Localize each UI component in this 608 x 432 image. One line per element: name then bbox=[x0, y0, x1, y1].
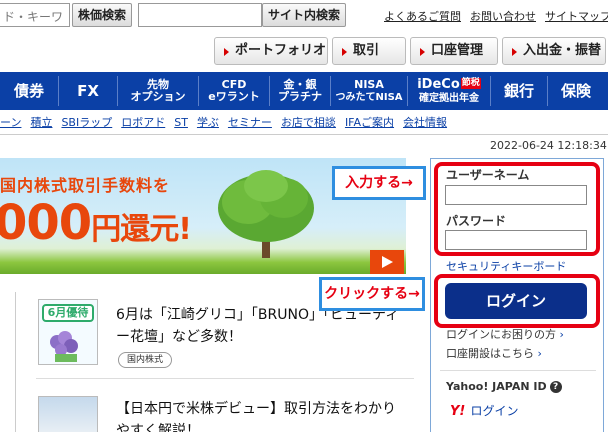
nav-insurance[interactable]: 保険 bbox=[548, 72, 604, 110]
chevron-right-icon: › bbox=[559, 328, 564, 341]
chevron-right-icon: › bbox=[537, 347, 542, 360]
subnav-st[interactable]: ST bbox=[174, 116, 188, 129]
trade-button[interactable]: 取引 bbox=[332, 37, 406, 65]
subnav-sbi-wrap[interactable]: SBIラップ bbox=[61, 116, 112, 129]
subnav-robo-advisor[interactable]: ロボアド bbox=[121, 116, 165, 129]
news-tag-domestic-stock[interactable]: 国内株式 bbox=[118, 352, 173, 368]
annotation-click: クリックする→ bbox=[319, 277, 425, 311]
banner-amount: 000円還元! bbox=[0, 195, 192, 251]
subnav-loan[interactable]: ーン bbox=[0, 116, 21, 129]
sub-nav: ーン 積立 SBIラップ ロボアド ST 学ぶ セミナー お店で相談 IFAご案内 会社情報 bbox=[0, 114, 608, 132]
annotation-input: 入力する→ bbox=[332, 166, 426, 200]
nav-nisa[interactable]: NISA つみたてNISA bbox=[331, 72, 407, 110]
yahoo-id-label: Yahoo! JAPAN ID? bbox=[446, 380, 562, 393]
nav-futures-options[interactable]: 先物 オプション bbox=[118, 72, 198, 110]
subnav-store-consult[interactable]: お店で相談 bbox=[281, 116, 336, 129]
login-help-link[interactable]: ログインにお困りの方 › bbox=[446, 326, 564, 342]
portfolio-button[interactable]: ポートフォリオ bbox=[214, 37, 328, 65]
deposit-withdraw-button[interactable]: 入出金・振替 bbox=[502, 37, 606, 65]
keyword-search-input[interactable]: ド・キーワ bbox=[0, 3, 70, 27]
tax-saving-badge: 節税 bbox=[460, 78, 481, 90]
yahoo-logo-icon: Y! bbox=[450, 404, 466, 419]
subnav-learn[interactable]: 学ぶ bbox=[197, 116, 219, 129]
flower-icon bbox=[50, 331, 78, 362]
subnav-tsumitate[interactable]: 積立 bbox=[30, 116, 52, 129]
nav-bank[interactable]: 銀行 bbox=[491, 72, 547, 110]
nav-fx[interactable]: FX bbox=[59, 72, 117, 110]
stock-price-search-button[interactable]: 株価検索 bbox=[72, 3, 132, 27]
nav-gold-silver-platinum[interactable]: 金・銀 プラチナ bbox=[270, 72, 330, 110]
login-highlight-frame bbox=[434, 274, 600, 328]
site-search-input[interactable] bbox=[138, 3, 262, 27]
june-benefits-thumbnail[interactable]: 6月優待 bbox=[38, 299, 98, 365]
june-benefits-badge: 6月優待 bbox=[42, 304, 94, 322]
nav-bonds[interactable]: 債券 bbox=[0, 72, 58, 110]
help-icon[interactable]: ? bbox=[549, 381, 562, 393]
page: ド・キーワ 株価検索 サイト内検索 よくあるご質問 お問い合わせ サイトマップ ポー… bbox=[0, 0, 608, 432]
site-search-button[interactable]: サイト内検索 bbox=[262, 3, 346, 27]
sitemap-link[interactable]: サイトマップ bbox=[545, 10, 608, 23]
current-datetime: 2022-06-24 12:18:34 bbox=[490, 139, 607, 152]
subnav-company-info[interactable]: 会社情報 bbox=[403, 116, 447, 129]
top-links: よくあるご質問 お問い合わせ サイトマップ bbox=[384, 8, 608, 24]
us-stock-thumbnail[interactable] bbox=[38, 396, 98, 432]
account-management-button[interactable]: 口座管理 bbox=[410, 37, 498, 65]
input-highlight-frame bbox=[434, 162, 600, 256]
keyword-search-placeholder: ド・キーワ bbox=[3, 10, 64, 24]
nav-cfd-ewarrant[interactable]: CFD eワラント bbox=[199, 72, 269, 110]
nav-ideco[interactable]: iDeCo 節税 確定拠出年金 bbox=[408, 72, 490, 110]
yahoo-login-link[interactable]: Y! ログイン bbox=[450, 400, 518, 419]
banner-play-icon[interactable] bbox=[370, 250, 404, 274]
contact-link[interactable]: お問い合わせ bbox=[470, 10, 536, 23]
security-keyboard-link[interactable]: セキュリティキーボード bbox=[446, 258, 566, 274]
subnav-ifa[interactable]: IFAご案内 bbox=[345, 116, 394, 129]
banner-headline: 国内株式取引手数料を bbox=[0, 176, 171, 195]
subnav-seminar[interactable]: セミナー bbox=[228, 116, 272, 129]
news-title-us-stock-debut[interactable]: 【日本円で米株デビュー】取引方法をわかりやすく解説！ bbox=[116, 398, 404, 432]
open-account-link[interactable]: 口座開設はこちら › bbox=[446, 345, 542, 361]
faq-link[interactable]: よくあるご質問 bbox=[384, 10, 461, 23]
